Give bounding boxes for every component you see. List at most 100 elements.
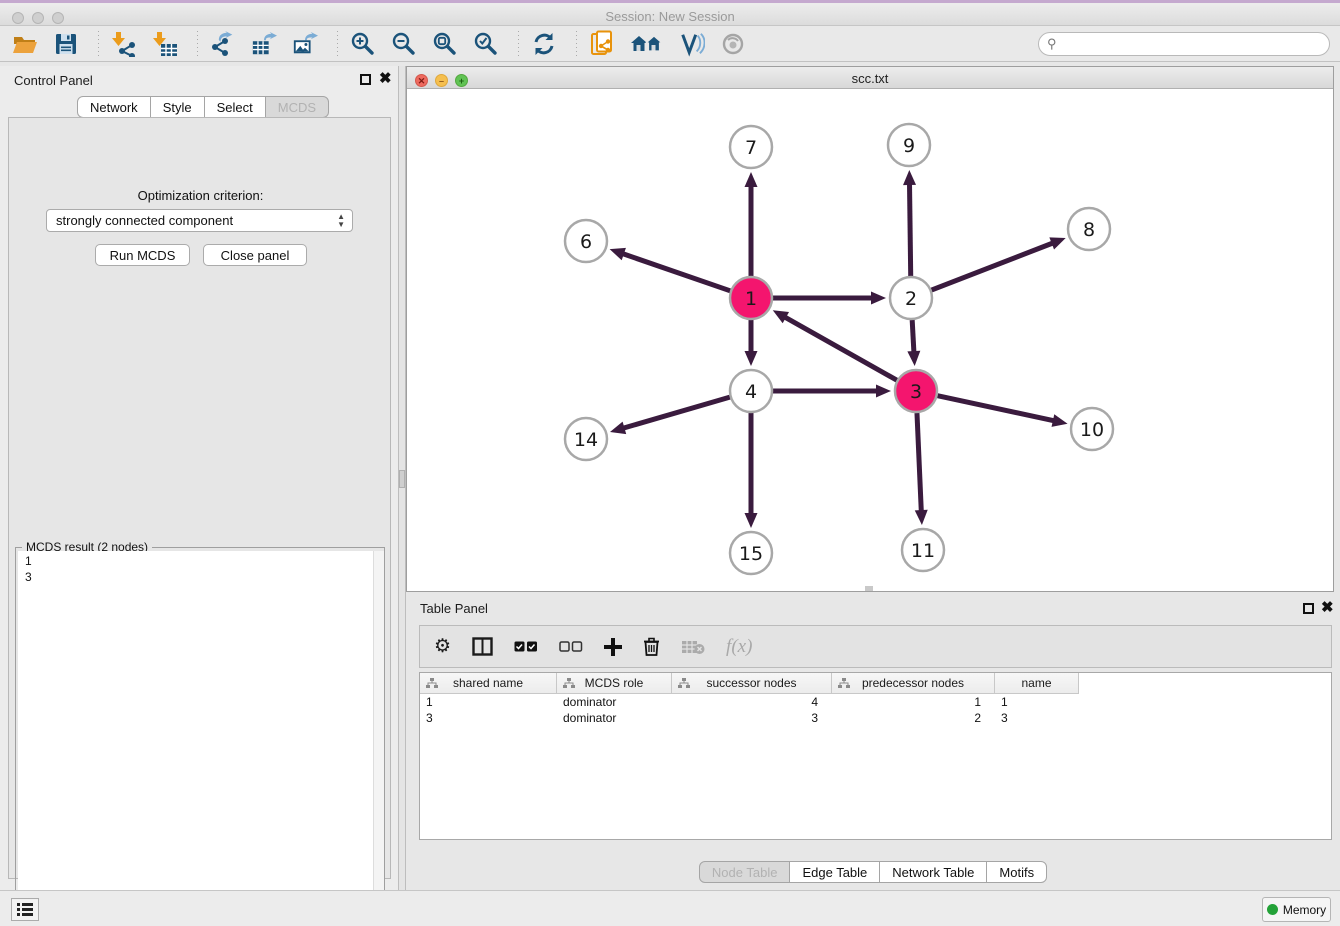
column-header-name[interactable]: name xyxy=(995,673,1079,694)
graph-node-9[interactable]: 9 xyxy=(888,124,930,166)
graph-node-3[interactable]: 3 xyxy=(895,370,937,412)
zoom-selected-button[interactable] xyxy=(473,31,499,57)
cell-predecessor-nodes[interactable]: 2 xyxy=(832,710,995,726)
graph-edge-2-3[interactable] xyxy=(907,320,920,366)
graph-edge-1-7[interactable] xyxy=(745,172,758,276)
graph-edge-3-10[interactable] xyxy=(938,396,1068,427)
save-session-button[interactable] xyxy=(53,31,79,57)
column-header-mcds-role[interactable]: MCDS role xyxy=(557,673,672,694)
node-label: 1 xyxy=(745,288,757,310)
graph-node-11[interactable]: 11 xyxy=(902,529,944,571)
function-builder-button[interactable]: f(x) xyxy=(726,636,752,658)
graph-edge-4-14[interactable] xyxy=(610,397,730,434)
node-label: 15 xyxy=(739,543,763,565)
select-all-button[interactable] xyxy=(514,641,538,652)
cell-predecessor-nodes[interactable]: 1 xyxy=(832,694,995,710)
close-panel-button[interactable]: Close panel xyxy=(203,244,307,266)
home-icon xyxy=(630,32,664,56)
open-session-button[interactable] xyxy=(12,31,38,57)
graph-node-6[interactable]: 6 xyxy=(565,220,607,262)
zoom-in-button[interactable] xyxy=(350,31,376,57)
import-table-button[interactable] xyxy=(152,31,178,57)
cell-shared-name[interactable]: 3 xyxy=(420,710,557,726)
graph-edge-4-3[interactable] xyxy=(773,385,891,398)
column-header-shared-name[interactable]: shared name xyxy=(420,673,557,694)
float-panel-icon[interactable] xyxy=(360,74,371,85)
column-header-successor-nodes[interactable]: successor nodes xyxy=(672,673,832,694)
cell-successor-nodes[interactable]: 4 xyxy=(672,694,832,710)
network-resize-handle[interactable] xyxy=(865,586,873,591)
mcds-result-scrollbar[interactable] xyxy=(373,551,384,925)
tab-mcds[interactable]: MCDS xyxy=(265,96,329,118)
table-settings-button[interactable]: ⚙ xyxy=(434,635,451,658)
tab-node-table[interactable]: Node Table xyxy=(699,861,791,883)
export-image-button[interactable] xyxy=(292,31,318,57)
float-table-panel-icon[interactable] xyxy=(1303,603,1314,614)
tab-select[interactable]: Select xyxy=(204,96,266,118)
edge-arrowhead-icon xyxy=(907,351,920,366)
split-divider-handle[interactable] xyxy=(399,470,405,488)
add-row-button[interactable] xyxy=(604,638,622,656)
network-canvas[interactable]: 7 9 6 8 1 2 4 3 14 10 15 11 xyxy=(407,89,1333,592)
close-panel-icon[interactable]: ✖ xyxy=(379,73,392,84)
tab-style[interactable]: Style xyxy=(150,96,205,118)
tab-motifs[interactable]: Motifs xyxy=(986,861,1047,883)
window-titlebar[interactable]: Session: New Session xyxy=(0,3,1340,26)
search-input[interactable] xyxy=(1061,37,1311,51)
vizmapper-button[interactable] xyxy=(679,31,705,57)
graph-edge-3-1[interactable] xyxy=(773,310,897,380)
show-column-button[interactable] xyxy=(472,637,493,656)
import-network-button[interactable] xyxy=(111,31,137,57)
graph-edge-1-2[interactable] xyxy=(773,292,886,305)
graph-edge-1-4[interactable] xyxy=(745,320,758,366)
graph-edge-2-8[interactable] xyxy=(932,237,1066,290)
network-window-titlebar[interactable]: ✕–+ scc.txt xyxy=(407,67,1333,89)
graph-node-1[interactable]: 1 xyxy=(730,277,772,319)
node-label: 14 xyxy=(574,429,598,451)
graph-edge-4-15[interactable] xyxy=(745,413,758,528)
graph-node-2[interactable]: 2 xyxy=(890,277,932,319)
export-network-button[interactable] xyxy=(210,31,236,57)
control-panel-header: Control Panel ✖ xyxy=(0,66,398,94)
table-row[interactable]: 3 dominator 3 2 3 xyxy=(420,710,1331,726)
cell-mcds-role[interactable]: dominator xyxy=(557,694,672,710)
graph-node-15[interactable]: 15 xyxy=(730,532,772,574)
zoom-fit-button[interactable] xyxy=(432,31,458,57)
import-network-icon xyxy=(111,31,137,57)
column-header-predecessor-nodes[interactable]: predecessor nodes xyxy=(832,673,995,694)
graph-edge-2-9[interactable] xyxy=(903,170,916,276)
deselect-all-button[interactable] xyxy=(559,641,583,652)
delete-row-button[interactable] xyxy=(643,637,660,656)
table-row[interactable]: 1 dominator 4 1 1 xyxy=(420,694,1331,710)
cell-successor-nodes[interactable]: 3 xyxy=(672,710,832,726)
cell-mcds-role[interactable]: dominator xyxy=(557,710,672,726)
node-table[interactable]: shared name MCDS role successor nodes pr… xyxy=(419,672,1332,840)
task-history-button[interactable] xyxy=(11,898,39,921)
criterion-dropdown[interactable]: strongly connected component ▲▼ xyxy=(46,209,353,232)
mcds-result-text[interactable]: 1 3 xyxy=(18,551,384,925)
graph-edge-3-11[interactable] xyxy=(915,413,928,525)
tab-network[interactable]: Network xyxy=(77,96,151,118)
delete-table-button[interactable] xyxy=(681,639,705,655)
close-table-panel-icon[interactable]: ✖ xyxy=(1321,602,1334,613)
network-file-button[interactable] xyxy=(589,31,615,57)
graph-node-4[interactable]: 4 xyxy=(730,370,772,412)
export-table-button[interactable] xyxy=(251,31,277,57)
cell-shared-name[interactable]: 1 xyxy=(420,694,557,710)
graph-node-10[interactable]: 10 xyxy=(1071,408,1113,450)
cell-name[interactable]: 1 xyxy=(995,694,1079,710)
search-box[interactable]: ⚲ xyxy=(1038,32,1330,56)
run-mcds-button[interactable]: Run MCDS xyxy=(95,244,190,266)
graph-node-7[interactable]: 7 xyxy=(730,126,772,168)
tab-network-table[interactable]: Network Table xyxy=(879,861,987,883)
refresh-view-button[interactable] xyxy=(531,31,557,57)
graph-node-14[interactable]: 14 xyxy=(565,418,607,460)
hide-panel-button[interactable] xyxy=(720,31,746,57)
graph-node-8[interactable]: 8 xyxy=(1068,208,1110,250)
cell-name[interactable]: 3 xyxy=(995,710,1079,726)
zoom-out-button[interactable] xyxy=(391,31,417,57)
home-button[interactable] xyxy=(630,31,664,57)
memory-button[interactable]: Memory xyxy=(1262,897,1331,922)
tab-edge-table[interactable]: Edge Table xyxy=(789,861,880,883)
graph-edge-1-6[interactable] xyxy=(610,248,731,291)
